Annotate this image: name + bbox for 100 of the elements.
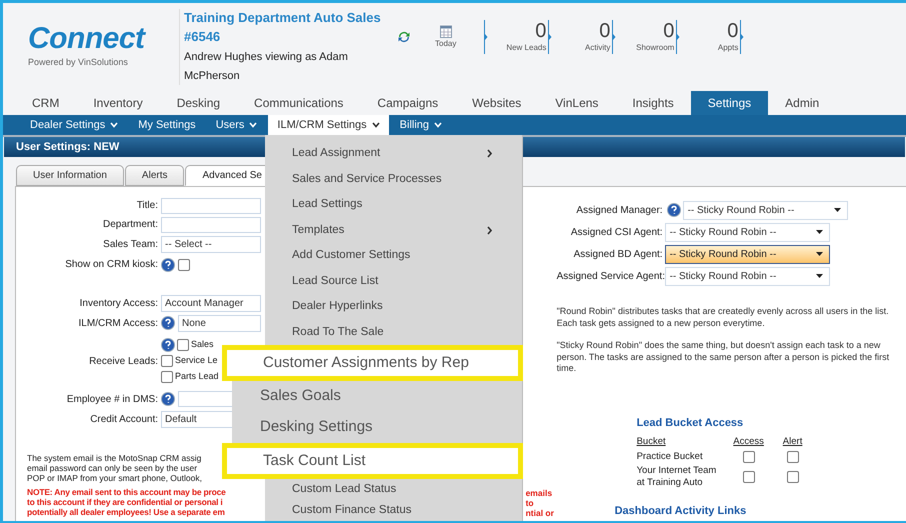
select-field[interactable]: -- Select -- bbox=[161, 236, 261, 253]
menu-item[interactable]: Lead Assignment bbox=[265, 141, 523, 166]
nav-tab[interactable]: Communications bbox=[237, 91, 360, 115]
nav-tab[interactable]: VinLens bbox=[538, 91, 616, 115]
option-label: Parts Lead bbox=[175, 370, 219, 384]
select-field[interactable]: -- Sticky Round Robin -- bbox=[664, 222, 830, 242]
divider-marker-icon bbox=[740, 20, 744, 54]
calendar-icon bbox=[440, 24, 452, 38]
nav-tab[interactable]: Insights bbox=[615, 91, 691, 115]
column-heading: Access bbox=[732, 435, 765, 449]
field-label: Assigned BD Agent: bbox=[572, 248, 664, 262]
field-label: Assigned Manager: bbox=[575, 204, 664, 218]
chevron-down-icon bbox=[110, 122, 118, 128]
menu-item[interactable]: Dealer Hyperlinks bbox=[265, 294, 523, 320]
checkbox[interactable] bbox=[161, 371, 173, 383]
form-tab[interactable]: User Information bbox=[16, 165, 124, 186]
info-paragraph: "Sticky Round Robin" does the same thing, but doesn't assign each task to a new person. The tasks are assigned to the same person after a person is picked the first time. bbox=[556, 340, 890, 374]
select-field[interactable]: -- Sticky Round Robin -- bbox=[682, 200, 848, 220]
nav-tab[interactable]: Campaigns bbox=[360, 91, 456, 115]
nav-tab[interactable]: Websites bbox=[455, 91, 538, 115]
sub-nav-item[interactable]: Billing bbox=[390, 115, 452, 135]
menu-item[interactable]: Custom Finance Status bbox=[265, 500, 523, 521]
checkbox[interactable] bbox=[178, 258, 190, 270]
menu-item[interactable]: Lead Source List bbox=[265, 268, 523, 294]
sub-nav-item[interactable]: ILM/CRM Settings bbox=[268, 115, 389, 135]
select-field[interactable]: Account Manager bbox=[161, 294, 261, 312]
dropdown-arrow-icon bbox=[834, 208, 841, 212]
column-heading: Alert bbox=[782, 435, 804, 449]
divider-marker-icon bbox=[548, 20, 552, 54]
checkbox[interactable] bbox=[742, 451, 755, 464]
checkbox[interactable] bbox=[786, 471, 799, 484]
chevron-down-icon bbox=[372, 122, 380, 128]
text-field[interactable] bbox=[161, 198, 261, 214]
dealer-name: Training Department Auto Sales bbox=[184, 9, 382, 27]
field-label: Employee # in DMS: bbox=[66, 392, 159, 406]
form-tab[interactable]: Alerts bbox=[124, 165, 184, 186]
field-label: Assigned CSI Agent: bbox=[570, 226, 664, 240]
nav-tab[interactable]: CRM bbox=[15, 91, 76, 115]
option-label: Sales bbox=[191, 338, 214, 352]
counter-button[interactable]: 0 Activity bbox=[552, 20, 612, 54]
info-paragraph: "Round Robin" distributes tasks that are createdly evenly across all users in the list. Each task gets assigned to a new person everytime. bbox=[556, 306, 890, 329]
checkbox[interactable] bbox=[742, 471, 755, 484]
user-text: McPherson bbox=[184, 69, 241, 84]
counter-button[interactable]: 0 New Leads bbox=[488, 20, 548, 54]
nav-tab[interactable]: Inventory bbox=[76, 91, 160, 115]
menu-item[interactable]: Custom Lead Status bbox=[265, 479, 523, 500]
help-icon[interactable] bbox=[161, 392, 175, 406]
today-button[interactable]: Today bbox=[435, 24, 456, 50]
menu-item[interactable]: Road To The Sale bbox=[265, 320, 523, 345]
option-label: Service Le bbox=[175, 354, 218, 368]
bucket-name: Your Internet Team at Training Auto bbox=[636, 465, 718, 490]
help-icon[interactable] bbox=[666, 203, 681, 217]
section-heading: Lead Bucket Access bbox=[636, 416, 744, 430]
select-field[interactable]: -- Sticky Round Robin -- bbox=[664, 266, 830, 286]
select-field[interactable]: None bbox=[178, 314, 261, 332]
dropdown-arrow-icon bbox=[816, 274, 823, 278]
menu-item[interactable]: Add Customer Settings bbox=[265, 243, 523, 268]
field-label: Department: bbox=[102, 218, 159, 232]
chevron-down-icon bbox=[249, 122, 258, 128]
menu-item[interactable]: Customer Assignments by Rep bbox=[222, 345, 523, 381]
nav-tab[interactable]: Desking bbox=[160, 91, 238, 115]
warning-note: emails to ntial or bbox=[526, 488, 554, 518]
text-field[interactable] bbox=[161, 216, 261, 232]
sub-nav-item[interactable]: My Settings bbox=[129, 115, 205, 135]
divider-marker-icon bbox=[484, 20, 488, 54]
menu-item[interactable]: Lead Settings bbox=[265, 192, 523, 218]
divider-marker-icon bbox=[612, 20, 616, 54]
user-text: Andrew Hughes viewing as Adam bbox=[184, 50, 349, 65]
checkbox[interactable] bbox=[161, 355, 173, 367]
field-label: Title: bbox=[136, 199, 159, 213]
counter-button[interactable]: 0 Showroom bbox=[616, 20, 676, 54]
checkbox[interactable] bbox=[786, 451, 799, 464]
counter-button[interactable]: 0 Appts bbox=[680, 20, 740, 54]
help-icon[interactable] bbox=[161, 338, 175, 352]
field-label: Sales Team: bbox=[102, 238, 159, 252]
menu-item[interactable]: Task Count List bbox=[222, 443, 523, 479]
help-icon[interactable] bbox=[161, 316, 175, 330]
sub-nav-item[interactable]: Dealer Settings bbox=[21, 115, 128, 135]
logo-wordmark: Connect bbox=[28, 24, 147, 54]
select-field[interactable]: -- Sticky Round Robin -- bbox=[664, 244, 830, 264]
logo-tagline: Powered by VinSolutions bbox=[28, 56, 129, 70]
menu-item[interactable]: Sales and Service Processes bbox=[265, 166, 523, 192]
nav-tab[interactable]: Admin bbox=[768, 91, 836, 115]
field-label: Inventory Access: bbox=[78, 296, 159, 310]
field-label: Credit Account: bbox=[89, 412, 159, 426]
field-label: Assigned Service Agent: bbox=[556, 270, 665, 284]
chevron-down-icon bbox=[434, 122, 442, 128]
menu-item[interactable]: Desking Settings bbox=[232, 412, 523, 443]
field-label: ILM/CRM Access: bbox=[78, 316, 159, 330]
menu-item[interactable]: Templates bbox=[265, 218, 523, 243]
menu-item[interactable]: Sales Goals bbox=[232, 381, 523, 412]
refresh-icon[interactable] bbox=[397, 30, 411, 44]
sub-nav-item[interactable]: Users bbox=[206, 115, 266, 135]
email-note: The system email is the MotoSnap CRM assig email password can only be seen by the user POP or IMAP from your smart phone, Outlook, bbox=[26, 453, 203, 483]
checkbox[interactable] bbox=[177, 339, 189, 351]
help-icon[interactable] bbox=[161, 258, 175, 272]
section-heading: Dashboard Activity Links bbox=[614, 504, 748, 520]
dropdown-arrow-icon bbox=[816, 230, 823, 234]
nav-tab[interactable]: Settings bbox=[690, 91, 768, 115]
divider-marker-icon bbox=[676, 20, 680, 54]
